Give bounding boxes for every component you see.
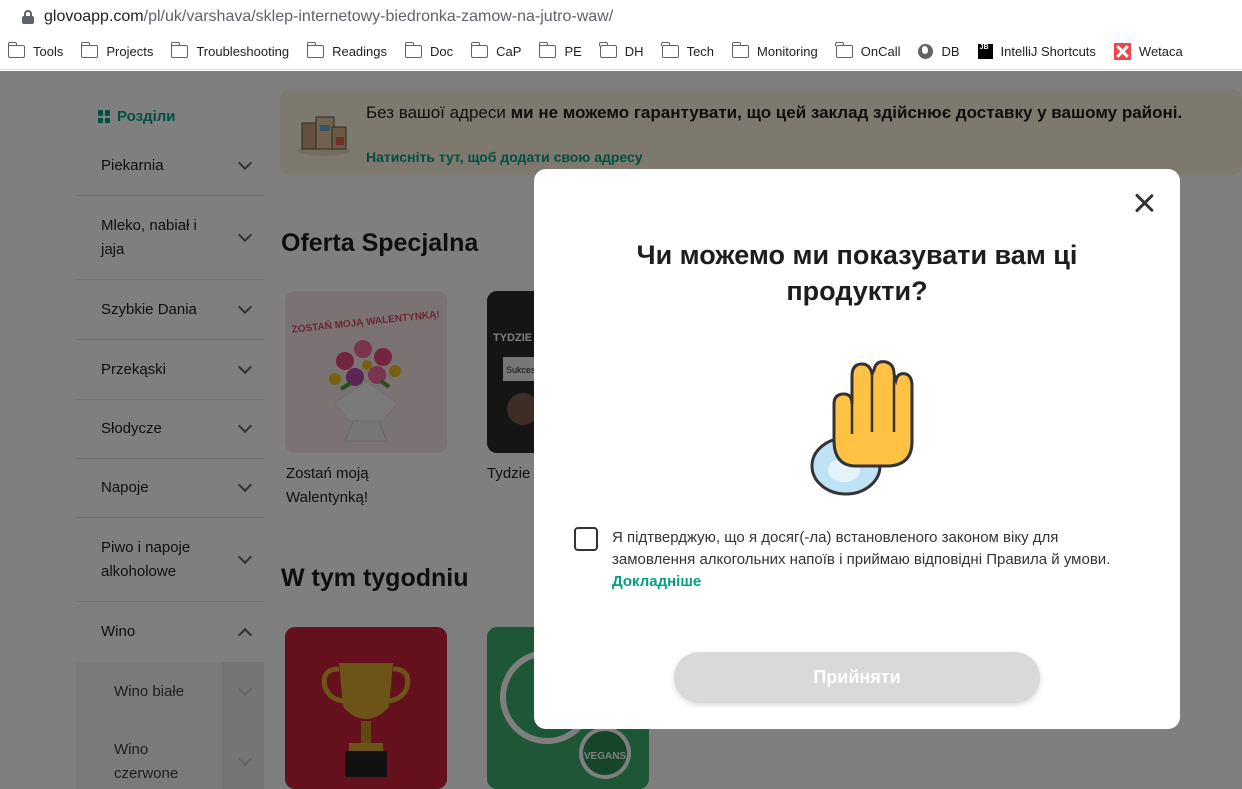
- bookmark-dh[interactable]: DH: [599, 40, 644, 64]
- bookmark-wetaca[interactable]: Wetaca: [1113, 40, 1183, 64]
- age-consent-text: Я підтверджую, що я досяг(-ла) встановле…: [612, 527, 1142, 593]
- bookmark-tech[interactable]: Tech: [661, 40, 715, 64]
- lock-icon: [22, 10, 34, 24]
- folder-icon: [404, 42, 423, 58]
- bookmark-label: Projects: [106, 44, 154, 59]
- bookmark-tools[interactable]: Tools: [7, 40, 64, 64]
- bookmarks-bar: Tools Projects Troubleshooting Readings Doc C…: [0, 34, 1242, 70]
- bookmark-projects[interactable]: Projects: [80, 40, 154, 64]
- bookmark-label: Doc: [430, 44, 454, 59]
- bookmark-label: Wetaca: [1138, 44, 1183, 59]
- folder-icon: [538, 42, 557, 58]
- bookmark-label: PE: [564, 44, 582, 59]
- folder-icon: [170, 42, 189, 58]
- bookmark-label: Tools: [33, 44, 64, 59]
- bookmark-readings[interactable]: Readings: [306, 40, 388, 64]
- globe-icon: [918, 44, 934, 59]
- folder-icon: [470, 42, 489, 58]
- age-consent-message: Я підтверджую, що я досяг(-ла) встановле…: [612, 529, 1111, 568]
- bookmark-label: IntelliJ Shortcuts: [1000, 44, 1096, 59]
- learn-more-link[interactable]: Докладніше: [612, 573, 701, 590]
- wetaca-icon: [1113, 43, 1131, 60]
- bookmark-label: DB: [941, 44, 960, 59]
- hand-stop-icon: [810, 360, 914, 496]
- bookmark-monitoring[interactable]: Monitoring: [731, 40, 818, 64]
- folder-icon: [731, 42, 750, 58]
- sidebar-item-label: Wino białe: [114, 683, 185, 700]
- address-bar[interactable]: glovoapp.com/pl/uk/varshava/sklep-intern…: [0, 0, 1242, 34]
- folder-icon: [661, 42, 679, 58]
- bookmark-label: Tech: [686, 44, 715, 59]
- bookmark-label: Monitoring: [757, 44, 818, 59]
- folder-icon: [306, 42, 325, 58]
- bookmark-label: CaP: [496, 44, 522, 59]
- folder-icon: [80, 42, 99, 58]
- bookmark-db[interactable]: DB: [918, 40, 960, 64]
- bookmark-cap[interactable]: CaP: [470, 40, 522, 64]
- bookmark-intellij-shortcuts[interactable]: JB IntelliJ Shortcuts: [977, 40, 1096, 64]
- bookmark-label: OnCall: [860, 44, 901, 59]
- bookmark-oncall[interactable]: OnCall: [835, 40, 901, 64]
- bookmark-label: DH: [624, 44, 644, 59]
- bookmark-label: Troubleshooting: [196, 44, 290, 59]
- age-confirm-checkbox[interactable]: [574, 527, 598, 551]
- accept-button[interactable]: Прийняти: [674, 652, 1040, 703]
- bookmark-doc[interactable]: Doc: [404, 40, 454, 64]
- bookmark-label: Readings: [332, 44, 388, 59]
- url-path: /pl/uk/varshava/sklep-internetowy-biedro…: [143, 8, 614, 25]
- bookmark-pe[interactable]: PE: [538, 40, 582, 64]
- sidebar-item-label: Wino czerwone: [114, 741, 179, 782]
- jetbrains-icon: JB: [977, 44, 993, 59]
- age-verification-modal: Чи можемо ми показувати вам ці продукти?…: [534, 169, 1180, 729]
- url-host: glovoapp.com: [44, 8, 144, 25]
- bookmark-troubleshooting[interactable]: Troubleshooting: [170, 40, 290, 64]
- folder-icon: [835, 42, 853, 58]
- modal-title: Чи можемо ми показувати вам ці продукти?: [636, 240, 1078, 306]
- folder-icon: [7, 42, 25, 58]
- close-icon[interactable]: [1132, 191, 1156, 215]
- folder-icon: [599, 42, 617, 58]
